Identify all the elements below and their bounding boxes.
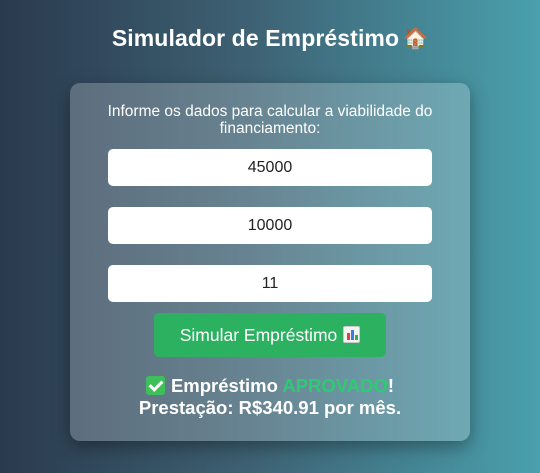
house-icon: 🏠 xyxy=(403,26,429,50)
installment-text: Prestação: R$340.91 por mês. xyxy=(138,397,402,418)
form-instructions: Informe os dados para calcular a viabili… xyxy=(107,103,433,137)
check-mark-icon xyxy=(145,376,165,395)
term-input[interactable] xyxy=(108,265,432,302)
page-title-text: Simulador de Empréstimo xyxy=(111,25,400,51)
simulate-loan-button[interactable]: Simular Empréstimo xyxy=(154,313,386,357)
result-exclaim: ! xyxy=(387,375,395,396)
simulate-loan-label: Simular Empréstimo xyxy=(179,324,338,345)
simulation-result: Empréstimo APROVADO! Prestação: R$340.91… xyxy=(70,375,470,419)
page-title: Simulador de Empréstimo 🏠 xyxy=(0,25,540,52)
approval-status: APROVADO xyxy=(282,375,388,396)
bar-chart-icon xyxy=(343,325,361,343)
result-prefix: Empréstimo xyxy=(170,375,278,396)
approval-line: Empréstimo APROVADO! xyxy=(70,375,470,397)
loan-form-card: Informe os dados para calcular a viabili… xyxy=(70,83,470,441)
income-input[interactable] xyxy=(108,207,432,244)
loan-amount-input[interactable] xyxy=(108,149,432,186)
